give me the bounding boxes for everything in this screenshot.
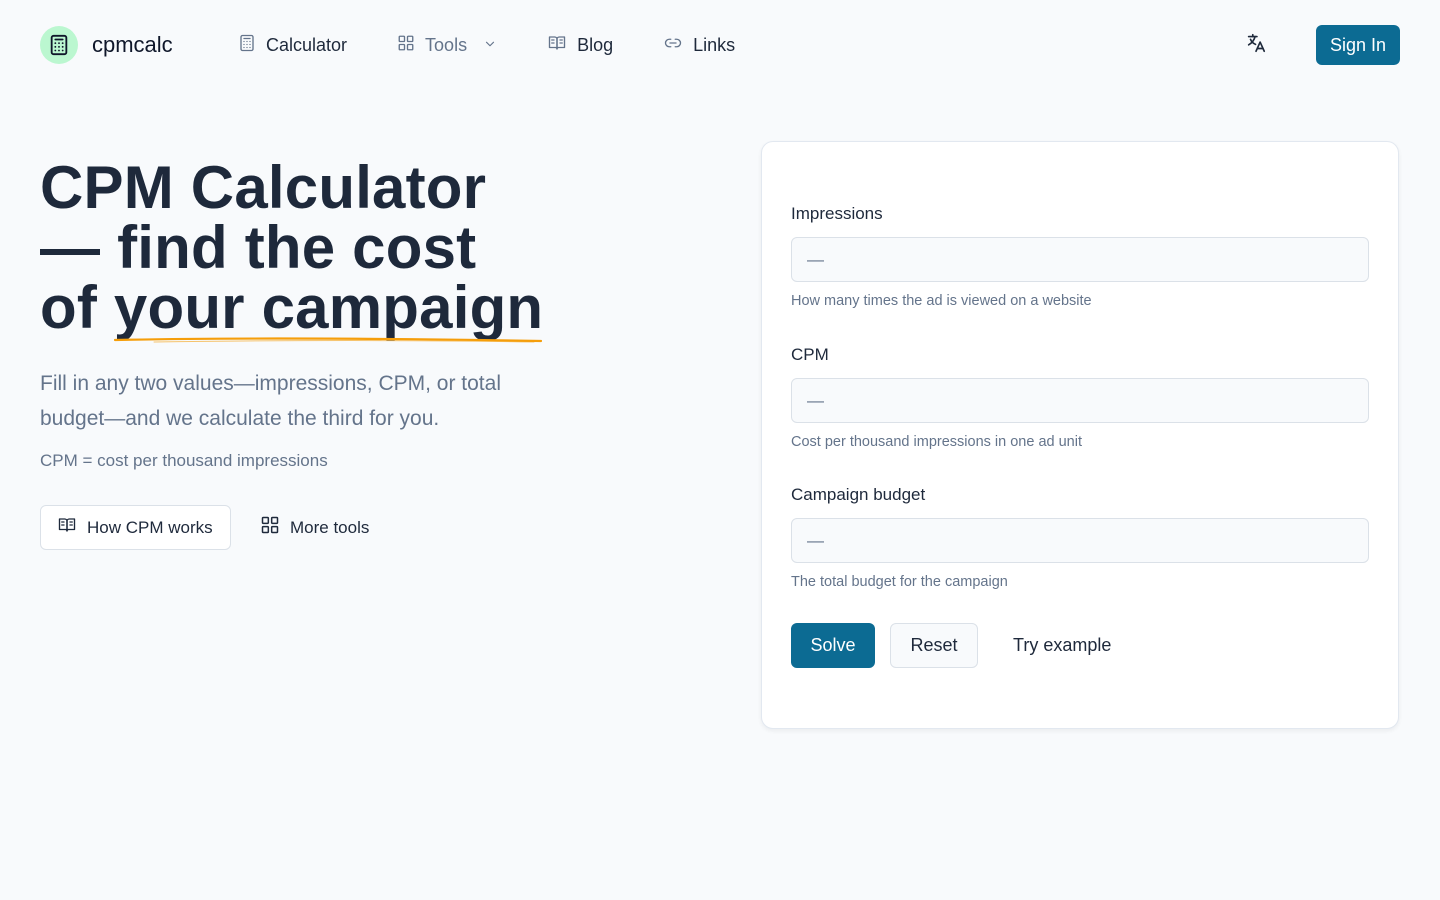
title-line-3: of your campaign <box>40 278 600 343</box>
highlight-underline <box>113 337 542 343</box>
try-example-button[interactable]: Try example <box>1013 623 1111 668</box>
hero-note: CPM = cost per thousand impressions <box>40 451 328 470</box>
impressions-label: Impressions <box>791 204 883 223</box>
book-icon <box>57 516 77 539</box>
logo-text: cpmcalc <box>92 32 173 57</box>
title-line-1: CPM Calculator <box>40 154 487 221</box>
nav-label-links: Links <box>693 34 736 55</box>
reset-button[interactable]: Reset <box>890 623 978 668</box>
page-title: CPM Calculator — find the cost of your c… <box>40 154 600 343</box>
nav-label-tools: Tools <box>425 34 468 55</box>
cpm-label: CPM <box>791 345 829 364</box>
calculator-logo-icon <box>40 26 78 64</box>
book-icon <box>547 34 567 57</box>
calculator-card: Impressions How many times the ad is vie… <box>761 141 1399 729</box>
nav-item-links[interactable]: Links <box>663 32 735 58</box>
sign-in-button[interactable]: Sign In <box>1316 25 1400 65</box>
logo-link[interactable]: cpmcalc <box>40 26 173 64</box>
budget-label: Campaign budget <box>791 485 926 504</box>
budget-input[interactable] <box>791 518 1369 563</box>
calculator-icon <box>238 34 256 57</box>
nav-label-calculator: Calculator <box>266 34 348 55</box>
language-button[interactable] <box>1244 33 1268 57</box>
title-highlight-text: your campaign <box>113 274 544 341</box>
nav-item-tools[interactable]: Tools <box>397 32 497 58</box>
more-tools-label: More tools <box>290 517 370 537</box>
cpm-input[interactable] <box>791 378 1369 423</box>
how-cpm-works-button[interactable]: How CPM works <box>40 505 231 550</box>
impressions-help: How many times the ad is viewed on a web… <box>791 293 1092 309</box>
impressions-input[interactable] <box>791 237 1369 282</box>
nav-item-blog[interactable]: Blog <box>547 32 613 58</box>
grid-icon <box>397 34 415 57</box>
main-nav: Calculator Tools Blog Links <box>238 32 735 58</box>
how-cpm-works-label: How CPM works <box>87 517 213 537</box>
title-line-3-prefix: of <box>40 274 114 341</box>
title-highlight: your campaign <box>113 278 543 343</box>
more-tools-button[interactable]: More tools <box>260 505 369 550</box>
title-line-2: — find the cost <box>40 214 477 281</box>
chevron-down-icon <box>483 35 497 56</box>
link-icon <box>663 34 683 57</box>
budget-help: The total budget for the campaign <box>791 574 1008 590</box>
grid-icon <box>260 515 280 540</box>
solve-button[interactable]: Solve <box>791 623 875 668</box>
hero-subtitle: Fill in any two values—impressions, CPM,… <box>40 372 501 430</box>
translate-icon <box>1245 32 1267 59</box>
header: cpmcalc Calculator Tools Blog Links Sign… <box>0 0 1440 90</box>
nav-label-blog: Blog <box>577 34 614 55</box>
nav-item-calculator[interactable]: Calculator <box>238 32 347 58</box>
cpm-help: Cost per thousand impressions in one ad … <box>791 434 1082 450</box>
